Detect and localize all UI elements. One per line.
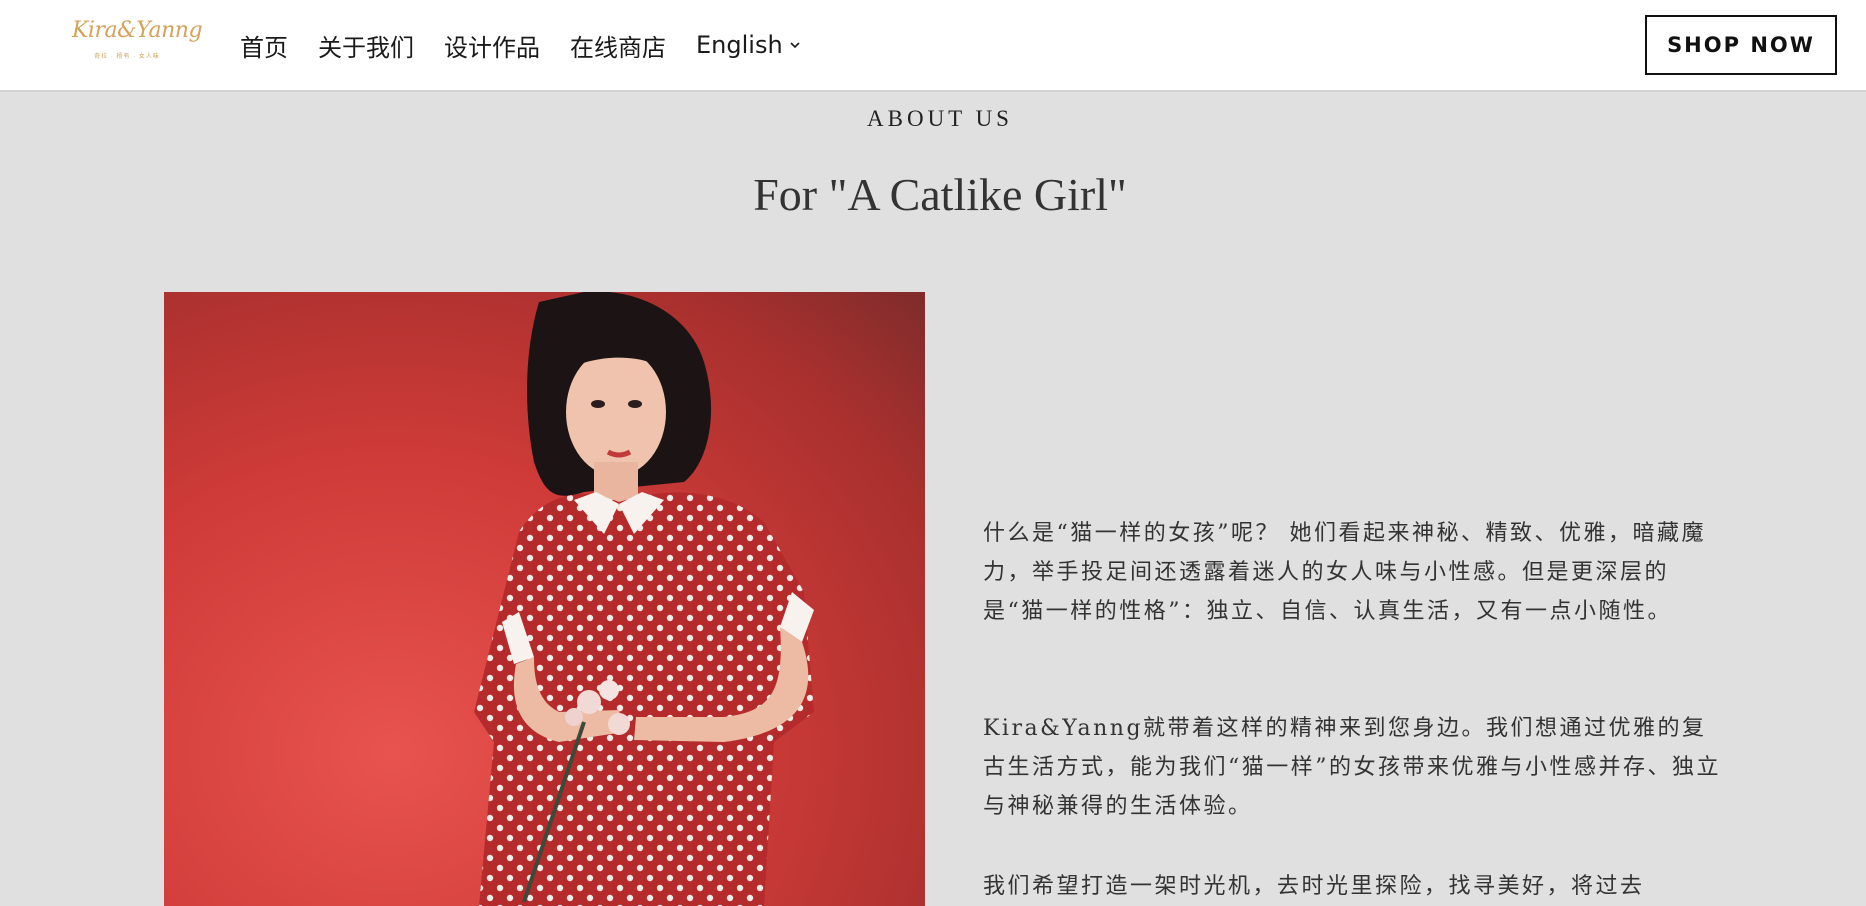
logo-tagline: 奇拉 · 杨有 · 女人味 [94, 54, 160, 60]
brand-logo[interactable]: Kira&Yanng 奇拉 · 杨有 · 女人味 [72, 16, 203, 70]
language-label: English [696, 31, 783, 59]
nav-item-about[interactable]: 关于我们 [318, 28, 414, 63]
page-title: For "A Catlike Girl" [753, 169, 1127, 220]
model-illustration [474, 292, 814, 906]
about-paragraph-1: 什么是“猫一样的女孩”呢？ 她们看起来神秘、精致、优雅，暗藏魔力，举手投足间还透… [983, 521, 1706, 624]
language-selector[interactable]: English [696, 31, 801, 59]
section-eyebrow: ABOUT US [867, 106, 1013, 131]
nav-item-home[interactable]: 首页 [240, 28, 288, 63]
nav-item-shop[interactable]: 在线商店 [570, 28, 666, 63]
shop-now-button[interactable]: SHOP NOW [1645, 15, 1837, 75]
main-nav: 首页 关于我们 设计作品 在线商店 English [240, 0, 831, 90]
logo-wordmark: Kira&Yanng [72, 18, 203, 43]
about-paragraph-3: 我们希望打造一架时光机，去时光里探险，找寻美好，将过去 [983, 874, 1645, 899]
about-paragraph-2: Kira&Yanng就带着这样的精神来到您身边。我们想通过优雅的复古生活方式，能… [983, 716, 1721, 819]
model-photo [164, 292, 925, 906]
site-header: Kira&Yanng 奇拉 · 杨有 · 女人味 首页 关于我们 设计作品 在线… [0, 0, 1866, 92]
chevron-down-icon [790, 42, 800, 49]
nav-item-works[interactable]: 设计作品 [444, 28, 540, 63]
